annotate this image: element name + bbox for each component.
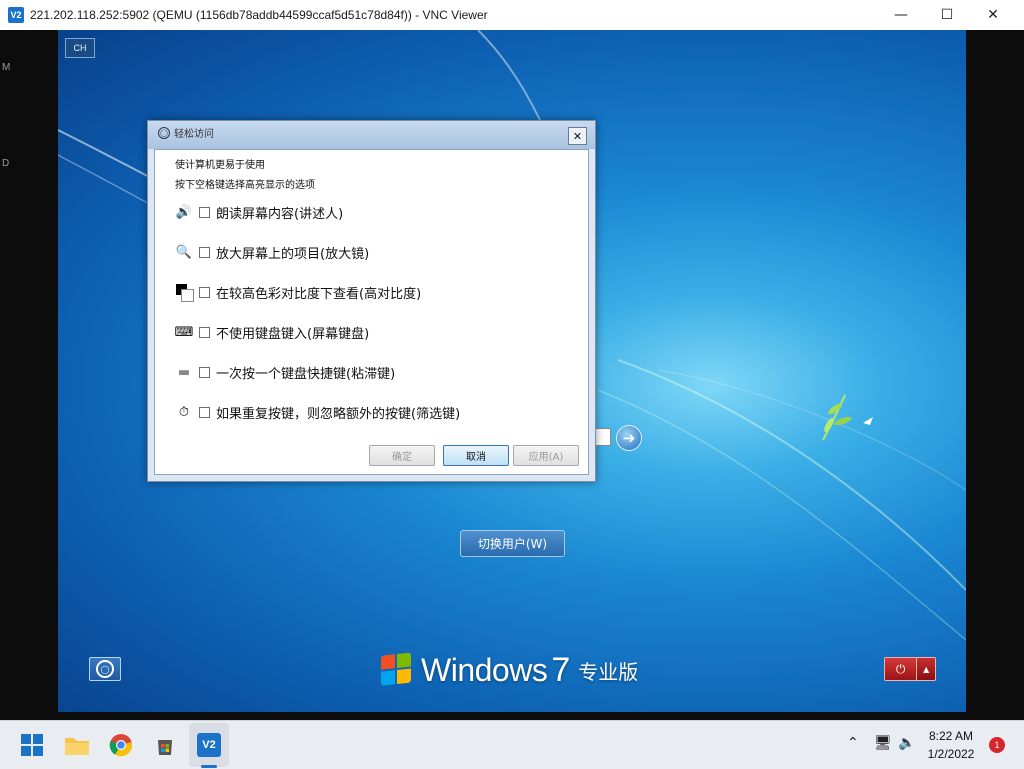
option-label: 朗读屏幕内容(讲述人) xyxy=(216,206,344,222)
cancel-button[interactable]: 取消 xyxy=(443,445,509,466)
input-language-badge[interactable]: CH xyxy=(65,38,95,58)
narrator-icon: 🔊 xyxy=(175,204,193,220)
apply-button[interactable]: 应用(A) xyxy=(513,445,579,466)
magnifier-checkbox[interactable] xyxy=(199,246,210,258)
sticky-keys-checkbox[interactable] xyxy=(199,366,210,378)
power-options[interactable]: ⏻ ▲ xyxy=(884,657,936,681)
start-button[interactable] xyxy=(18,731,46,759)
background-text-fragment: M xyxy=(2,62,11,73)
submit-arrow-button[interactable]: ➔ xyxy=(616,425,642,451)
dialog-close-button[interactable]: ✕ xyxy=(568,127,587,145)
close-button[interactable]: ✕ xyxy=(970,0,1016,30)
high-contrast-checkbox[interactable] xyxy=(199,286,210,298)
clock-date: 1/2/2022 xyxy=(927,747,975,761)
dialog-body: 使计算机更易于使用 按下空格键选择高亮显示的选项 🔊 朗读屏幕内容(讲述人) 🔍… xyxy=(154,149,589,475)
option-label: 不使用键盘键入(屏幕键盘) xyxy=(216,326,370,342)
chrome-button[interactable] xyxy=(107,731,135,759)
chrome-icon xyxy=(109,734,133,757)
vnc-titlebar: V2 221.202.118.252:5902 (QEMU (1156db78a… xyxy=(0,0,1024,30)
dialog-description: 使计算机更易于使用 xyxy=(175,160,265,171)
windows-start-icon xyxy=(21,734,43,756)
switch-user-button[interactable]: 切换用户(W) xyxy=(460,530,565,557)
filter-keys-icon: ⏱ xyxy=(178,404,190,420)
filter-keys-checkbox[interactable] xyxy=(199,406,210,418)
notification-badge[interactable]: 1 xyxy=(989,737,1005,753)
minimize-button[interactable]: — xyxy=(878,0,924,30)
option-onscreen-keyboard[interactable]: ⌨ 不使用键盘键入(屏幕键盘) xyxy=(173,320,370,344)
option-label: 如果重复按键，则忽略额外的按键(筛选键) xyxy=(216,406,461,422)
magnifier-icon: 🔍 xyxy=(175,244,193,260)
onscreen-keyboard-icon: ⌨ xyxy=(174,324,194,340)
volume-icon[interactable]: 🔈 xyxy=(898,735,915,751)
leaf-bird-ornament xyxy=(822,394,873,441)
microsoft-store-button[interactable] xyxy=(151,731,179,759)
option-narrator[interactable]: 🔊 朗读屏幕内容(讲述人) xyxy=(173,200,343,224)
high-contrast-icon xyxy=(173,281,195,303)
ok-button[interactable]: 确定 xyxy=(369,445,435,466)
password-field[interactable] xyxy=(595,428,611,446)
option-label: 在较高色彩对比度下查看(高对比度) xyxy=(216,286,422,302)
dialog-titlebar[interactable]: ◯ 轻松访问 ✕ xyxy=(148,121,595,149)
ease-of-access-icon: ◯ xyxy=(96,660,114,678)
option-high-contrast[interactable]: 在较高色彩对比度下查看(高对比度) xyxy=(173,280,421,304)
host-taskbar: V2 ⌃ 🖥 🔈 8:22 AM 1/2/2022 1 xyxy=(0,720,1024,769)
clock-time: 8:22 AM xyxy=(928,729,974,743)
background-text-fragment: D xyxy=(2,158,10,169)
maximize-button[interactable]: ☐ xyxy=(924,0,970,30)
windows-flag-icon xyxy=(381,652,413,687)
onscreen-keyboard-checkbox[interactable] xyxy=(199,326,210,338)
option-magnifier[interactable]: 🔍 放大屏幕上的项目(放大镜) xyxy=(173,240,369,264)
network-icon[interactable]: 🖥 xyxy=(874,735,892,751)
sticky-keys-icon: ▬ xyxy=(177,364,191,380)
option-label: 放大屏幕上的项目(放大镜) xyxy=(216,246,370,262)
brand-name: Windows xyxy=(421,651,548,688)
show-hidden-icons-chevron[interactable]: ⌃ xyxy=(847,735,859,751)
narrator-checkbox[interactable] xyxy=(199,206,210,218)
option-sticky-keys[interactable]: ▬ 一次按一个键盘快捷键(粘滞键) xyxy=(173,360,395,384)
option-filter-keys[interactable]: ⏱ 如果重复按键，则忽略额外的按键(筛选键) xyxy=(173,400,460,424)
windows-brand: Windows 7 专业版 xyxy=(381,650,638,690)
ease-of-access-button[interactable]: ◯ xyxy=(89,657,121,681)
ease-of-access-dialog: ◯ 轻松访问 ✕ 使计算机更易于使用 按下空格键选择高亮显示的选项 🔊 朗读屏幕… xyxy=(147,120,596,482)
folder-icon xyxy=(65,738,89,755)
vnc-viewer-icon: V2 xyxy=(197,733,221,757)
brand-edition: 专业版 xyxy=(578,659,639,684)
vnc-window-title: 221.202.118.252:5902 (QEMU (1156db78addb… xyxy=(30,8,488,22)
option-label: 一次按一个键盘快捷键(粘滞键) xyxy=(216,366,396,382)
shutdown-options-arrow[interactable]: ▲ xyxy=(916,658,935,680)
store-icon xyxy=(158,740,172,755)
file-explorer-button[interactable] xyxy=(63,731,91,759)
system-clock[interactable]: 8:22 AM 1/2/2022 xyxy=(921,727,981,763)
dialog-instruction: 按下空格键选择高亮显示的选项 xyxy=(175,180,315,191)
dialog-title: 轻松访问 xyxy=(174,129,214,140)
vnc-viewer-taskbar-button[interactable]: V2 xyxy=(195,731,223,759)
shutdown-button[interactable]: ⏻ xyxy=(885,658,917,680)
brand-version: 7 xyxy=(551,650,571,689)
power-icon: ⏻ xyxy=(895,661,906,676)
vnc-viewer-icon: V2 xyxy=(8,7,24,23)
ease-of-access-icon: ◯ xyxy=(158,127,170,139)
